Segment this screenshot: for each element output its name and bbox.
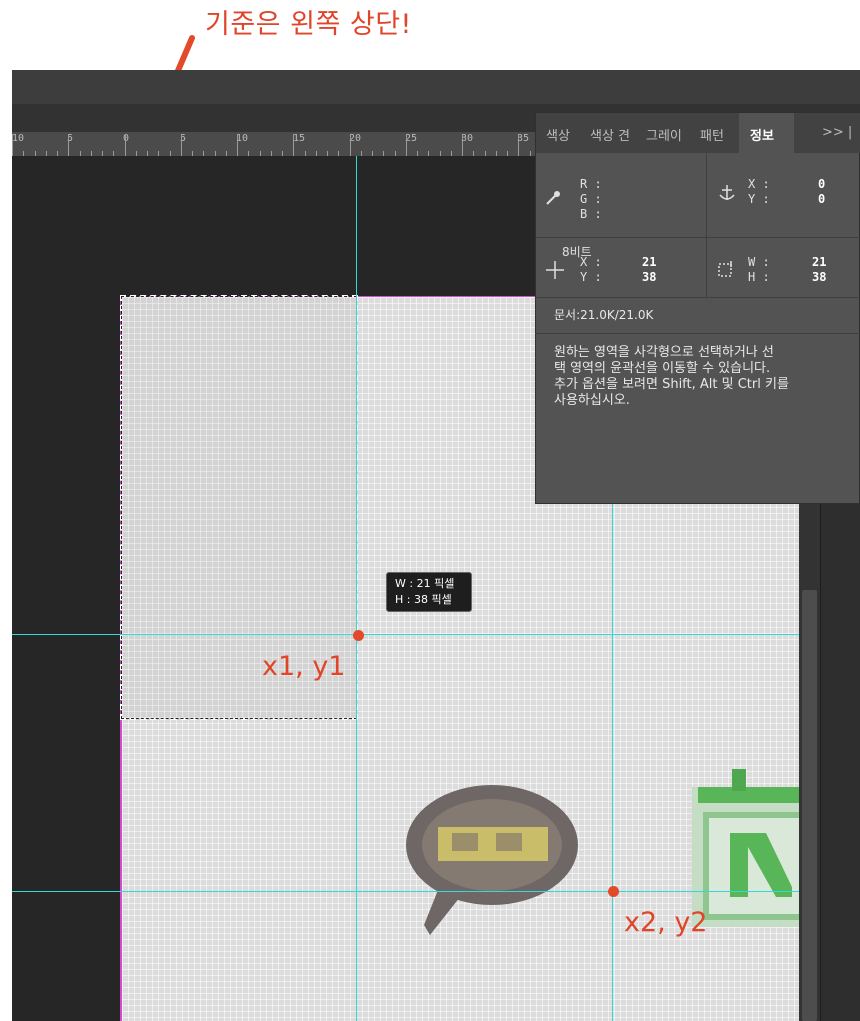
width-value: 21 xyxy=(812,255,827,269)
ruler-tick xyxy=(462,134,463,156)
horizontal-guide[interactable] xyxy=(12,891,800,892)
cursor-y-value: 38 xyxy=(642,270,657,284)
help-text: 원하는 영역을 사각형으로 선택하거나 선 택 영역의 윤곽선을 이동할 수 있… xyxy=(554,345,789,409)
tooltip-height: H : 38 픽셀 xyxy=(395,593,452,606)
ruler-tick xyxy=(12,134,13,156)
help-line: 택 영역의 윤곽선을 이동할 수 있습니다. xyxy=(554,361,771,376)
crosshair-icon xyxy=(546,261,564,279)
point-x1y1-marker xyxy=(353,630,364,641)
point-x1y1-label: x1, y1 xyxy=(262,651,346,682)
help-line: 원하는 영역을 사각형으로 선택하거나 선 xyxy=(554,345,774,360)
anchor-icon xyxy=(719,185,735,200)
point-x2y2-marker xyxy=(608,886,619,897)
selection-size-tooltip: W : 21 픽셀 H : 38 픽셀 xyxy=(386,572,472,612)
ruler-tick xyxy=(349,134,351,156)
divider xyxy=(706,238,707,298)
info-panel: 색상 색상 견 그레이 패턴 정보 >> | R : G : B : 8비트 X… xyxy=(535,112,860,504)
point-x2y2-label: x2, y2 xyxy=(624,907,708,938)
ruler-tick xyxy=(68,134,70,156)
ruler-label: 10 xyxy=(12,133,25,144)
tab-color[interactable]: 색상 xyxy=(546,125,570,144)
horizontal-guide[interactable] xyxy=(12,634,800,635)
panel-menu-button[interactable]: >> | xyxy=(822,125,852,140)
tab-swatches[interactable]: 색상 견 xyxy=(590,125,630,144)
ruler-label: 15 xyxy=(293,133,306,144)
anchor-x-value: 0 xyxy=(818,177,826,191)
annotation-title: 기준은 왼쪽 상단! xyxy=(205,9,412,40)
divider xyxy=(536,333,860,334)
ruler-tick xyxy=(180,134,182,156)
g-label: G : xyxy=(580,192,602,206)
ruler-tick xyxy=(237,134,238,156)
height-label: H : xyxy=(748,270,770,284)
divider xyxy=(536,237,860,238)
help-line: 추가 옵션을 보려면 Shift, Alt 및 Ctrl 키를 xyxy=(554,377,789,392)
anchor-x-label: X : xyxy=(748,177,770,191)
tab-info[interactable]: 정보 xyxy=(750,125,774,144)
cursor-y-label: Y : xyxy=(580,270,602,284)
chat-bubble-icon xyxy=(406,785,578,935)
ruler-tick xyxy=(124,134,126,156)
options-bar xyxy=(12,70,860,104)
green-n-icon xyxy=(692,769,802,927)
selection-size-icon xyxy=(718,261,732,277)
tooltip-width: W : 21 픽셀 xyxy=(395,577,455,590)
tab-gradient[interactable]: 그레이 xyxy=(646,125,682,144)
photoshop-window: 10 5 0 5 10 15 20 25 30 35 W: 21 픽셀 H:… xyxy=(12,70,860,1021)
scrollbar-thumb[interactable] xyxy=(802,590,817,1021)
ruler-tick xyxy=(405,134,407,156)
cursor-x-value: 21 xyxy=(642,255,657,269)
width-label: W : xyxy=(748,255,770,269)
r-label: R : xyxy=(580,177,602,191)
help-line: 사용하십시오. xyxy=(554,393,630,408)
anchor-y-label: Y : xyxy=(748,192,770,206)
cursor-x-label: X : xyxy=(580,255,602,269)
anchor-y-value: 0 xyxy=(818,192,826,206)
ruler-label: 20 xyxy=(349,133,362,144)
eyedropper-icon xyxy=(546,191,560,205)
document-size: 문서:21.0K/21.0K xyxy=(554,308,654,322)
b-label: B : xyxy=(580,207,602,221)
ruler-label: 25 xyxy=(405,133,418,144)
panel-tab-bar xyxy=(536,113,860,153)
ruler-tick xyxy=(293,134,295,156)
ruler-tick xyxy=(518,134,520,156)
tab-pattern[interactable]: 패턴 xyxy=(700,125,724,144)
divider xyxy=(536,297,860,298)
height-value: 38 xyxy=(812,270,827,284)
